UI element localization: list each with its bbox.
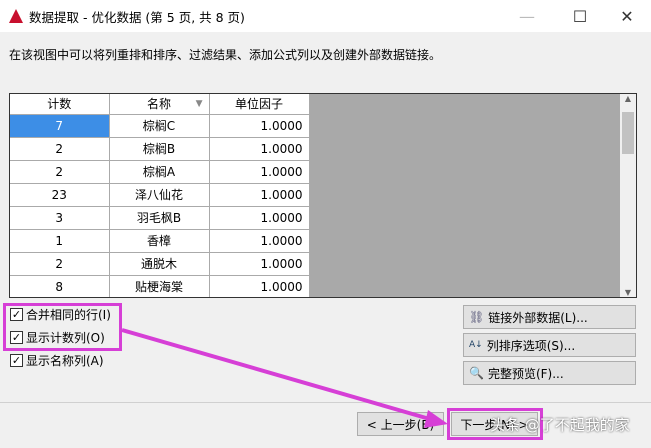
data-grid[interactable]: 计数 名称 ▼ 单位因子 7 棕榈C 1.0000 2 棕榈B 1.0000 2 棕榈A 1.00… [9, 93, 637, 298]
close-icon: ✕ [620, 6, 634, 26]
maximize-button[interactable]: ☐ [560, 4, 600, 28]
column-sort-options-button[interactable]: A↓ 列排序选项(S)... [463, 333, 636, 357]
name-cell[interactable]: 羽毛枫B [109, 206, 210, 230]
unit-factor-cell[interactable]: 1.0000 [209, 229, 310, 253]
count-cell[interactable]: 2 [10, 252, 110, 276]
highlight-box-checkboxes [3, 303, 122, 351]
name-cell[interactable]: 香樟 [109, 229, 210, 253]
count-cell[interactable]: 2 [10, 137, 110, 161]
scroll-down-icon[interactable]: ▼ [620, 288, 636, 297]
table-row[interactable]: 2 棕榈A 1.0000 [10, 160, 310, 184]
name-cell[interactable]: 棕榈A [109, 160, 210, 184]
count-cell[interactable]: 2 [10, 160, 110, 184]
full-preview-button[interactable]: 🔍 完整预览(F)... [463, 361, 636, 385]
divider [0, 402, 651, 403]
title-bar: 数据提取 - 优化数据 (第 5 页, 共 8 页) — ☐ ✕ [0, 0, 651, 32]
name-cell[interactable]: 棕榈B [109, 137, 210, 161]
preview-icon: 🔍 [469, 366, 484, 380]
unit-factor-cell[interactable]: 1.0000 [209, 275, 310, 297]
name-cell[interactable]: 泽八仙花 [109, 183, 210, 207]
column-header-label: 名称 [146, 97, 171, 112]
count-cell[interactable]: 23 [10, 183, 110, 207]
link-icon: ⛓ [469, 310, 485, 324]
scroll-thumb[interactable] [622, 112, 634, 154]
unit-factor-cell[interactable]: 1.0000 [209, 114, 310, 138]
maximize-icon: ☐ [572, 6, 588, 26]
minimize-icon: — [519, 6, 535, 26]
table-row[interactable]: 1 香樟 1.0000 [10, 229, 310, 253]
back-button[interactable]: < 上一步(B) [357, 412, 444, 436]
window-title: 数据提取 - 优化数据 (第 5 页, 共 8 页) [29, 9, 245, 25]
count-cell[interactable]: 7 [10, 114, 110, 138]
column-header-unit-factor[interactable]: 单位因子 [209, 94, 310, 115]
button-label: 完整预览(F)... [487, 366, 564, 381]
unit-factor-cell[interactable]: 1.0000 [209, 206, 310, 230]
column-header-name[interactable]: 名称 ▼ [109, 94, 210, 115]
link-external-data-button[interactable]: ⛓ 链接外部数据(L)... [463, 305, 636, 329]
unit-factor-cell[interactable]: 1.0000 [209, 183, 310, 207]
count-cell[interactable]: 8 [10, 275, 110, 297]
close-button[interactable]: ✕ [607, 4, 647, 28]
table-row[interactable]: 7 棕榈C 1.0000 [10, 114, 310, 138]
column-header-count[interactable]: 计数 [10, 94, 110, 115]
count-cell[interactable]: 3 [10, 206, 110, 230]
checkbox[interactable]: ✓ [10, 354, 23, 367]
vertical-scrollbar[interactable]: ▲ ▼ [620, 94, 636, 297]
checkbox-label: 显示名称列(A) [26, 354, 104, 368]
table-row[interactable]: 8 贴梗海棠 1.0000 [10, 275, 310, 297]
sort-arrow-icon: ▼ [195, 99, 203, 109]
button-label: 列排序选项(S)... [486, 338, 576, 353]
scroll-up-icon[interactable]: ▲ [620, 94, 636, 103]
name-cell[interactable]: 贴梗海棠 [109, 275, 210, 297]
table-row[interactable]: 3 羽毛枫B 1.0000 [10, 206, 310, 230]
unit-factor-cell[interactable]: 1.0000 [209, 252, 310, 276]
autocad-logo-icon [9, 9, 23, 23]
table-row[interactable]: 2 棕榈B 1.0000 [10, 137, 310, 161]
sort-az-icon: A↓ [469, 340, 483, 350]
checkbox-option[interactable]: ✓ 显示名称列(A) [10, 352, 104, 369]
name-cell[interactable]: 棕榈C [109, 114, 210, 138]
unit-factor-cell[interactable]: 1.0000 [209, 160, 310, 184]
description-text: 在该视图中可以将列重排和排序、过滤结果、添加公式列以及创建外部数据链接。 [9, 48, 442, 62]
unit-factor-cell[interactable]: 1.0000 [209, 137, 310, 161]
name-cell[interactable]: 通脱木 [109, 252, 210, 276]
table-row[interactable]: 2 通脱木 1.0000 [10, 252, 310, 276]
button-label: 链接外部数据(L)... [488, 310, 588, 325]
watermark: 头条 @了不起我的家 [490, 416, 630, 434]
table-row[interactable]: 23 泽八仙花 1.0000 [10, 183, 310, 207]
count-cell[interactable]: 1 [10, 229, 110, 253]
minimize-button[interactable]: — [507, 4, 547, 28]
